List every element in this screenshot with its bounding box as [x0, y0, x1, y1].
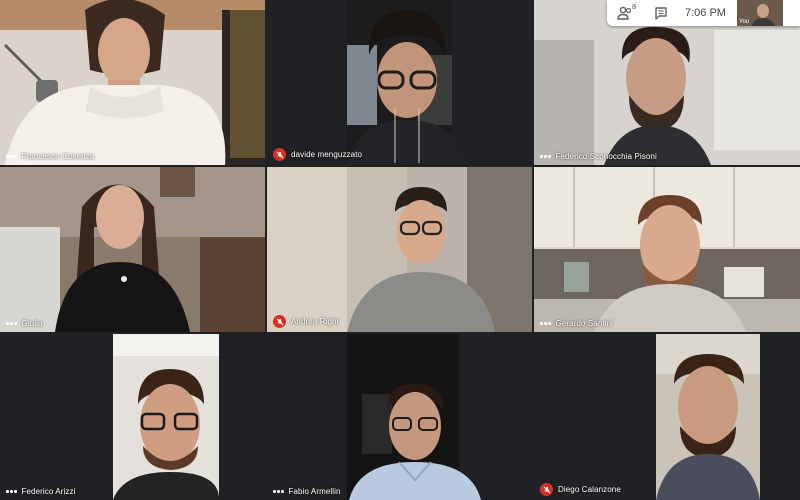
- participant-label: Fabio Armellin: [273, 487, 341, 496]
- participant-video: [347, 10, 467, 165]
- participant-video: [113, 369, 220, 500]
- chat-button[interactable]: [643, 0, 679, 26]
- more-options-icon[interactable]: [6, 322, 17, 325]
- video-tile-diego[interactable]: Diego Calanzone: [534, 334, 800, 500]
- participant-name: Francesca Cosenza: [21, 152, 95, 161]
- more-options-icon[interactable]: [273, 490, 284, 493]
- participants-button[interactable]: 8: [607, 0, 643, 26]
- mic-off-icon: [273, 148, 286, 161]
- participant-label: Gerardo Santini: [540, 319, 613, 328]
- meeting-top-bar: 8 7:06 PM You: [607, 0, 800, 26]
- participant-name: Fabio Armellin: [288, 487, 341, 496]
- participant-video: [347, 187, 495, 332]
- more-options-icon[interactable]: [6, 155, 17, 158]
- participant-video: [5, 0, 226, 165]
- participant-name: davide menguzzato: [291, 150, 363, 159]
- video-tile-fabio[interactable]: Fabio Armellin: [267, 334, 532, 500]
- video-tile-gerardo[interactable]: Gerardo Santini: [534, 167, 800, 332]
- self-view-thumbnail[interactable]: You: [737, 0, 783, 26]
- people-icon: [617, 6, 632, 20]
- participant-label: Andrea Righi: [273, 315, 338, 328]
- participant-video: [349, 384, 481, 500]
- participant-video: [656, 354, 760, 500]
- more-options-icon[interactable]: [540, 322, 551, 325]
- meeting-clock: 7:06 PM: [685, 7, 726, 19]
- participant-label: Federico Arizzi: [6, 487, 75, 496]
- participant-video: [55, 184, 190, 332]
- participant-name: Diego Calanzone: [558, 485, 621, 494]
- more-options-icon[interactable]: [540, 155, 551, 158]
- participant-label: Giulia: [6, 319, 43, 328]
- video-tile-giulia[interactable]: Giulia: [0, 167, 265, 332]
- video-tile-davide[interactable]: davide menguzzato: [267, 0, 532, 165]
- video-tile-andrea[interactable]: Andrea Righi: [267, 167, 532, 332]
- participant-name: Gerardo Santini: [555, 319, 614, 328]
- participant-name: Giulia: [21, 319, 43, 328]
- participant-count: 8: [632, 4, 636, 11]
- participant-name: Federico Sconocchia Pisoni: [555, 152, 657, 161]
- participant-label: davide menguzzato: [273, 148, 362, 161]
- video-tile-francesca[interactable]: Francesca Cosenza: [0, 0, 265, 165]
- participant-label: Federico Sconocchia Pisoni: [540, 152, 657, 161]
- participant-name: Federico Arizzi: [21, 487, 76, 496]
- mic-off-icon: [540, 483, 553, 496]
- participant-label: Francesca Cosenza: [6, 152, 94, 161]
- mic-off-icon: [273, 315, 286, 328]
- participant-label: Diego Calanzone: [540, 483, 621, 496]
- video-grid: Francesca Cosenza davide menguzzato Fede…: [0, 0, 800, 500]
- self-label: You: [739, 19, 750, 25]
- participant-video: [594, 195, 746, 332]
- participant-name: Andrea Righi: [291, 317, 339, 326]
- more-options-icon[interactable]: [6, 490, 17, 493]
- video-tile-federico-arizzi[interactable]: Federico Arizzi: [0, 334, 265, 500]
- chat-icon: [655, 7, 667, 20]
